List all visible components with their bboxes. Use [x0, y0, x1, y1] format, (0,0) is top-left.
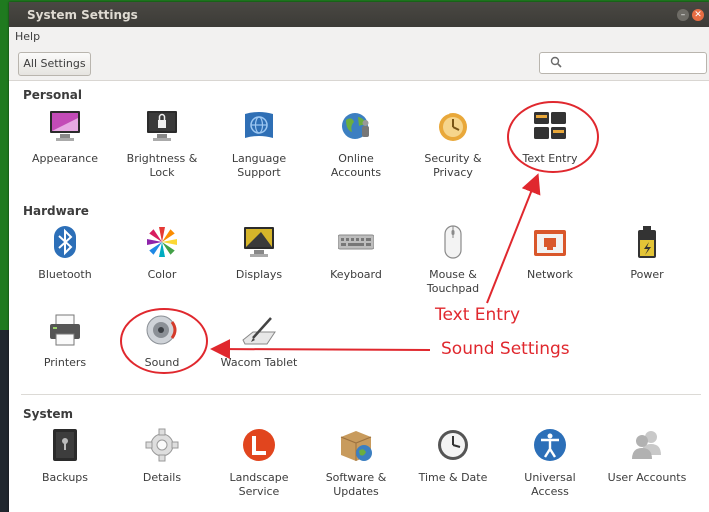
all-settings-button[interactable]: All Settings	[18, 52, 91, 76]
title-bar: System Settings – ✕	[9, 2, 709, 27]
mouse-touchpad-icon	[435, 224, 471, 260]
item-label: Appearance	[31, 152, 99, 165]
item-label: Software & Updates	[325, 471, 387, 498]
landscape-service-icon	[241, 427, 277, 463]
close-icon[interactable]: ✕	[692, 9, 704, 21]
item-network[interactable]: Network	[505, 224, 595, 282]
item-security-privacy[interactable]: Security & Privacy	[408, 108, 498, 180]
system-settings-window: System Settings – ✕ Help All Settings Pe…	[9, 2, 709, 512]
item-user-accounts[interactable]: User Accounts	[602, 427, 692, 485]
item-label: Bluetooth	[38, 268, 92, 281]
item-label: Language Support	[231, 152, 287, 179]
menu-help[interactable]: Help	[15, 30, 40, 43]
item-label: Brightness & Lock	[126, 152, 198, 179]
item-printers[interactable]: Printers	[20, 312, 110, 370]
item-sound[interactable]: Sound	[117, 312, 207, 370]
wacom-tablet-icon	[241, 312, 277, 348]
item-label: Printers	[43, 356, 87, 369]
search-input[interactable]	[566, 55, 705, 73]
item-label: Displays	[235, 268, 283, 281]
annotation-text-entry: Text Entry	[435, 305, 521, 325]
color-icon	[144, 224, 180, 260]
item-label: Color	[147, 268, 177, 281]
minimize-icon[interactable]: –	[677, 9, 689, 21]
item-label: Keyboard	[330, 268, 382, 281]
section-hardware: Hardware	[23, 204, 89, 218]
item-keyboard[interactable]: Keyboard	[311, 224, 401, 282]
item-displays[interactable]: Displays	[214, 224, 304, 282]
displays-icon	[241, 224, 277, 260]
appearance-icon	[47, 108, 83, 144]
item-label: Mouse & Touchpad	[426, 268, 480, 295]
item-appearance[interactable]: Appearance	[20, 108, 110, 166]
item-label: Details	[142, 471, 182, 484]
time-date-icon	[435, 427, 471, 463]
window-title: System Settings	[27, 8, 138, 22]
details-icon	[144, 427, 180, 463]
item-label: User Accounts	[607, 471, 687, 484]
brightness-lock-icon	[144, 108, 180, 144]
item-power[interactable]: Power	[602, 224, 692, 282]
menu-bar: Help	[9, 27, 709, 47]
item-label: Wacom Tablet	[220, 356, 298, 369]
bluetooth-icon	[47, 224, 83, 260]
item-bluetooth[interactable]: Bluetooth	[20, 224, 110, 282]
software-updates-icon	[338, 427, 374, 463]
item-mouse-touchpad[interactable]: Mouse & Touchpad	[408, 224, 498, 296]
online-accounts-icon	[338, 108, 374, 144]
language-support-icon	[241, 108, 277, 144]
annotation-sound-settings: Sound Settings	[441, 339, 570, 359]
item-brightness-lock[interactable]: Brightness & Lock	[117, 108, 207, 180]
section-system: System	[23, 407, 73, 421]
item-software-updates[interactable]: Software & Updates	[311, 427, 401, 499]
keyboard-icon	[337, 224, 375, 260]
item-universal-access[interactable]: Universal Access	[505, 427, 595, 499]
item-label: Landscape Service	[229, 471, 289, 498]
item-landscape-service[interactable]: Landscape Service	[214, 427, 304, 499]
search-icon	[550, 56, 562, 71]
printers-icon	[47, 312, 83, 348]
item-label: Online Accounts	[330, 152, 382, 179]
item-color[interactable]: Color	[117, 224, 207, 282]
item-online-accounts[interactable]: Online Accounts	[311, 108, 401, 180]
toolbar: All Settings	[9, 47, 709, 81]
power-icon	[629, 224, 665, 260]
universal-access-icon	[532, 427, 568, 463]
search-field[interactable]	[539, 52, 707, 74]
item-time-date[interactable]: Time & Date	[408, 427, 498, 485]
item-label: Backups	[41, 471, 89, 484]
security-privacy-icon	[435, 108, 471, 144]
item-label: Power	[630, 268, 664, 281]
item-details[interactable]: Details	[117, 427, 207, 485]
item-backups[interactable]: Backups	[20, 427, 110, 485]
item-wacom-tablet[interactable]: Wacom Tablet	[214, 312, 304, 370]
item-label: Network	[527, 268, 573, 281]
backups-icon	[47, 427, 83, 463]
item-label: Time & Date	[418, 471, 488, 484]
item-label: Security & Privacy	[424, 152, 482, 179]
item-label: Sound	[144, 356, 180, 369]
user-accounts-icon	[629, 427, 665, 463]
item-text-entry[interactable]: Text Entry	[505, 108, 595, 166]
item-label: Universal Access	[524, 471, 576, 498]
item-language-support[interactable]: Language Support	[214, 108, 304, 180]
section-personal: Personal	[23, 88, 82, 102]
section-divider	[21, 394, 701, 395]
network-icon	[532, 224, 568, 260]
sound-icon	[144, 312, 180, 348]
item-label: Text Entry	[522, 152, 578, 165]
text-entry-icon	[532, 108, 568, 144]
